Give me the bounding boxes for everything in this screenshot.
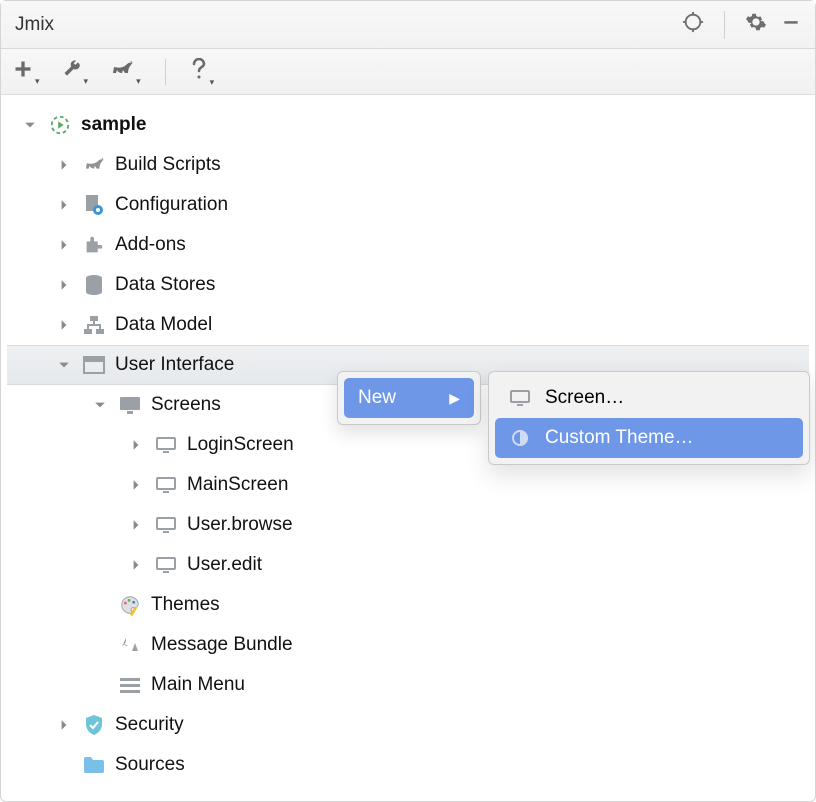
translate-icon [117,632,143,658]
tree-label: Add-ons [115,234,186,256]
folder-icon [81,752,107,778]
tree-node-addons[interactable]: Add-ons [7,225,809,265]
window-icon [81,352,107,378]
panel-toolbar: ▾ ▾ ▾ ▾ [1,49,815,95]
tree-label: User Interface [115,354,234,376]
chevron-right-icon[interactable] [55,276,73,294]
panel-title: Jmix [15,14,682,36]
tree-label: Data Model [115,314,212,336]
wrench-icon[interactable]: ▾ [62,59,89,85]
submenu-item-screen[interactable]: Screen… [495,378,803,418]
chevron-right-icon[interactable] [55,716,73,734]
monitor-outline-icon [509,387,531,409]
monitor-icon [117,392,143,418]
database-icon [81,272,107,298]
tree-node-sources[interactable]: Sources [7,745,809,785]
menu-item-new[interactable]: New ▶ [344,378,474,418]
chevron-right-icon[interactable] [127,556,145,574]
chevron-down-icon[interactable] [21,116,39,134]
config-icon [81,192,107,218]
tree-node-build[interactable]: Build Scripts [7,145,809,185]
chevron-right-icon[interactable] [55,316,73,334]
tree-node-datastores[interactable]: Data Stores [7,265,809,305]
chevron-right-icon[interactable] [55,156,73,174]
puzzle-icon [81,232,107,258]
tree-label: Themes [151,594,220,616]
tree-label: User.edit [187,554,262,576]
tree-node-themes[interactable]: Themes [7,585,809,625]
gradle-small-icon [81,152,107,178]
tree-label: Sources [115,754,185,776]
tree-node-menu[interactable]: Main Menu [7,665,809,705]
tree-label: sample [81,114,146,136]
submenu-item-theme[interactable]: Custom Theme… [495,418,803,458]
shield-icon [81,712,107,738]
menu-item-label: New [358,387,396,409]
submenu-item-label: Screen… [545,387,624,409]
chevron-right-icon[interactable] [55,196,73,214]
chevron-right-icon[interactable] [127,476,145,494]
palette-icon [117,592,143,618]
tree-label: Message Bundle [151,634,293,656]
tree-label: Data Stores [115,274,215,296]
tree-node-bundle[interactable]: Message Bundle [7,625,809,665]
toolbar-separator [165,59,166,85]
monitor-outline-icon [153,552,179,578]
tree-label: Build Scripts [115,154,221,176]
chevron-right-icon[interactable] [55,236,73,254]
tree-node-screen-item[interactable]: User.edit [7,545,809,585]
tree-node-screen-item[interactable]: User.browse [7,505,809,545]
context-menu: New ▶ [337,371,481,425]
tree-node-screen-item[interactable]: MainScreen [7,465,809,505]
panel-titlebar: Jmix [1,1,815,49]
tree-node-datamodel[interactable]: Data Model [7,305,809,345]
target-icon[interactable] [682,11,704,39]
gradle-icon[interactable]: ▾ [110,59,141,85]
submenu-item-label: Custom Theme… [545,427,694,449]
menu-icon [117,672,143,698]
chevron-right-icon[interactable] [127,436,145,454]
tree-label: LoginScreen [187,434,294,456]
minimize-icon[interactable] [781,12,801,38]
tree-label: Main Menu [151,674,245,696]
tree-label: MainScreen [187,474,288,496]
tree-label: Security [115,714,184,736]
help-icon[interactable]: ▾ [190,58,215,86]
chevron-right-icon[interactable] [127,516,145,534]
tree-node-security[interactable]: Security [7,705,809,745]
submenu-arrow-icon: ▶ [449,390,460,407]
monitor-outline-icon [153,432,179,458]
tree-label: User.browse [187,514,293,536]
tree-label: Screens [151,394,221,416]
model-icon [81,312,107,338]
divider [724,11,725,39]
project-icon [47,112,73,138]
gear-icon[interactable] [745,11,767,39]
context-submenu: Screen… Custom Theme… [488,371,810,465]
tree-label: Configuration [115,194,228,216]
tree-node-config[interactable]: Configuration [7,185,809,225]
monitor-outline-icon [153,472,179,498]
theme-icon [509,427,531,449]
chevron-down-icon[interactable] [91,396,109,414]
chevron-down-icon[interactable] [55,356,73,374]
monitor-outline-icon [153,512,179,538]
add-icon[interactable]: ▾ [13,59,40,85]
tree-root[interactable]: sample [7,105,809,145]
